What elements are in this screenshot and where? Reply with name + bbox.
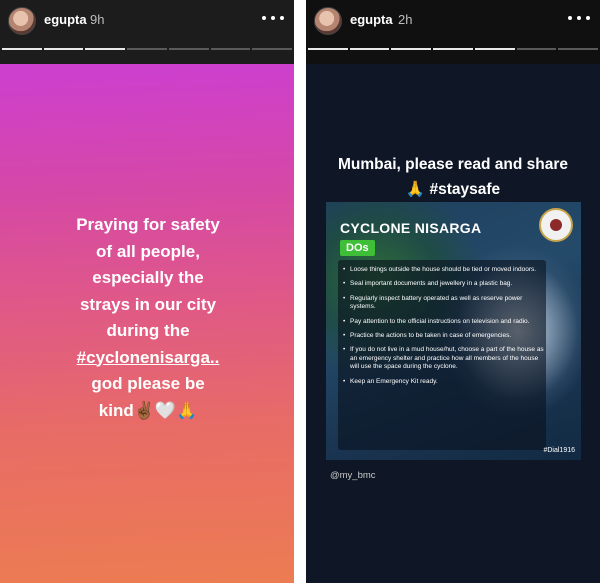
poster-title: CYCLONE NISARGA [340,220,482,236]
story-content[interactable]: Praying for safety of all people, especi… [0,64,294,583]
hashtag-link[interactable]: #cyclonenisarga.. [38,345,258,372]
hashtag-link[interactable]: 🙏 #staysafe [306,180,600,199]
mention-credit[interactable]: @my_bmc [330,470,376,481]
more-options-icon[interactable] [568,14,590,22]
more-options-icon[interactable] [262,14,284,22]
cyclone-poster: CYCLONE NISARGA DOs Loose things outside… [326,202,581,460]
story-headline: Mumbai, please read and share [337,156,568,173]
bmc-seal-icon [539,208,573,242]
story-text-line: of all people, [96,241,200,261]
avatar[interactable] [8,7,36,35]
dos-item: Keep an Emergency Kit ready. [342,378,544,387]
story-panel-right[interactable]: egupta 2h Mumbai, please read and share … [306,0,600,583]
story-text-line: during the [106,321,190,340]
story-text-line: god please be [91,374,205,393]
helpline-tag: #Dial1916 [543,447,575,454]
dos-panel: Loose things outside the house should be… [338,260,546,450]
dos-item: Regularly inspect battery operated as we… [342,295,544,312]
avatar[interactable] [314,7,342,35]
story-text: Praying for safety of all people, especi… [38,212,258,424]
story-header: egupta 2h [306,0,600,64]
story-header: egupta 9h [0,0,294,64]
story-progress-bar [308,48,599,51]
dos-item: Seal important documents and jewellery i… [342,280,544,289]
post-time: 9h [90,12,105,27]
story-text-line: kind✌🏾🤍🙏 [98,400,198,420]
story-progress-bar [2,48,293,51]
dos-badge: DOs [340,240,375,256]
story-text-line: especially the [92,268,204,287]
story-text-line: Praying for safety [76,215,220,234]
dos-item: Practice the actions to be taken in case… [342,332,544,341]
dos-item: If you do not live in a mud house/hut, c… [342,346,544,371]
username[interactable]: egupta [350,12,393,27]
dos-item: Loose things outside the house should be… [342,266,544,275]
story-panel-left[interactable]: egupta 9h Praying for safety of all peop… [0,0,294,583]
username[interactable]: egupta [44,12,87,27]
dos-item: Pay attention to the official instructio… [342,318,544,327]
post-time: 2h [398,12,413,27]
dos-list: Loose things outside the house should be… [342,266,544,392]
story-text-line: strays in our city [79,294,217,314]
